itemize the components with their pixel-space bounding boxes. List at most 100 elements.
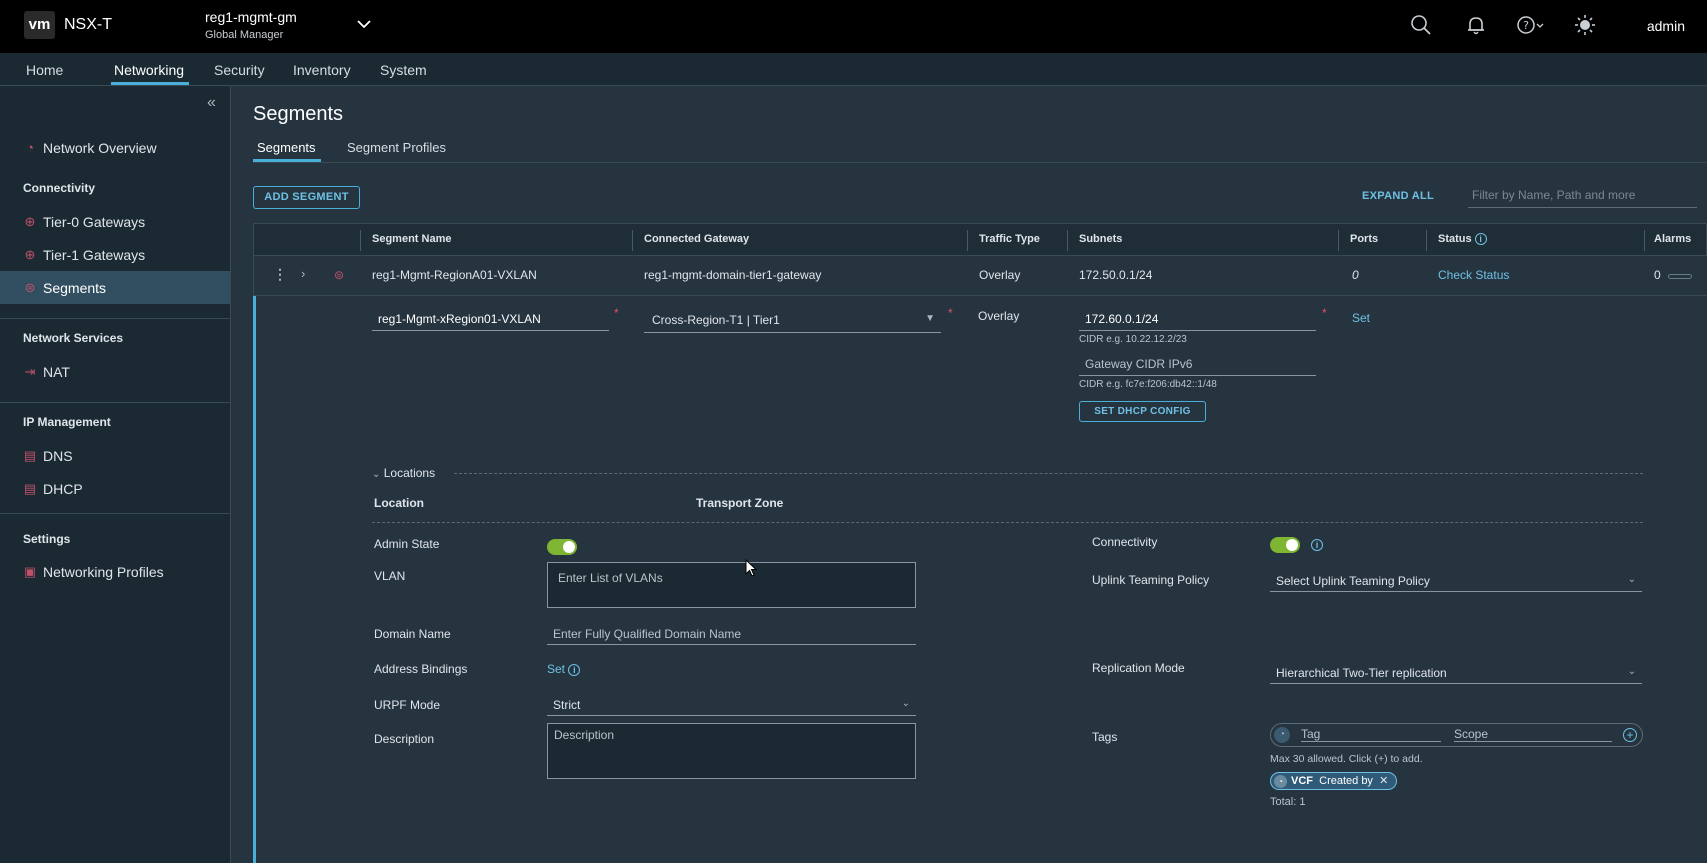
tag-entry: ◔ Tag Scope + — [1270, 723, 1643, 747]
sidebar-divider — [0, 318, 230, 319]
urpf-mode-select[interactable]: Strict ⌄ — [547, 695, 916, 716]
manager-subtitle: Global Manager — [205, 29, 284, 41]
replication-mode-select[interactable]: Hierarchical Two-Tier replication ⌄ — [1270, 663, 1642, 684]
sidebar-item-dns[interactable]: ▤ DNS — [0, 439, 230, 472]
profile-icon: ▣ — [23, 563, 37, 579]
sidebar-item-segments[interactable]: ⊜ Segments — [0, 271, 230, 304]
locations-divider — [454, 473, 1643, 474]
column-separator — [360, 230, 361, 251]
remove-tag-icon[interactable]: ✕ — [1379, 775, 1388, 787]
app-name: NSX-T — [64, 16, 112, 33]
table-row[interactable]: ⋮ › ⊜ reg1-Mgmt-RegionA01-VXLAN reg1-mgm… — [253, 256, 1707, 296]
bell-icon[interactable] — [1465, 14, 1487, 39]
required-marker: * — [948, 306, 953, 320]
help-icon[interactable]: ? — [1516, 14, 1546, 39]
chevron-down-icon[interactable] — [356, 16, 372, 35]
chevron-down-icon: ⌄ — [1627, 666, 1636, 677]
nav-security[interactable]: Security — [214, 62, 265, 78]
sidebar: « ◔ Network Overview Connectivity ⊕ Tier-0… — [0, 86, 231, 863]
traffic-type-value: Overlay — [978, 309, 1020, 323]
info-icon[interactable]: i — [1474, 233, 1487, 245]
col-segment-name[interactable]: Segment Name — [372, 233, 451, 245]
set-subnet-link[interactable]: Set — [1352, 311, 1370, 325]
add-tag-icon[interactable]: + — [1623, 728, 1637, 742]
uplink-teaming-label: Uplink Teaming Policy — [1092, 573, 1210, 587]
col-subnets[interactable]: Subnets — [1079, 233, 1122, 245]
globe-icon: ⊕ — [24, 213, 36, 229]
nav-inventory[interactable]: Inventory — [293, 62, 351, 78]
description-input[interactable]: Description — [547, 723, 916, 779]
ipv6-input[interactable]: Gateway CIDR IPv6 — [1079, 353, 1316, 376]
tag-icon: ◔ — [1274, 727, 1290, 743]
search-icon[interactable] — [1410, 14, 1432, 39]
connected-gateway-select[interactable]: Cross-Region-T1 | Tier1 ▼ — [644, 308, 941, 333]
column-separator — [967, 230, 968, 251]
subnet-input[interactable]: 172.60.0.1/24 — [1079, 308, 1316, 331]
tabs-divider — [253, 162, 1707, 163]
sidebar-header-network-services: Network Services — [23, 331, 124, 345]
nav-home[interactable]: Home — [26, 62, 63, 78]
sidebar-divider — [0, 513, 230, 514]
col-status[interactable]: Status i — [1438, 233, 1487, 245]
sidebar-header-ip-management: IP Management — [23, 415, 111, 429]
sidebar-item-network-overview[interactable]: ◔ Network Overview — [0, 131, 230, 164]
tag-chip: ◔ VCF Created by ✕ — [1270, 772, 1398, 790]
chevron-down-icon: ⌄ — [901, 698, 910, 709]
top-bar: vm NSX-T reg1-mgmt-gm Global Manager ? a… — [0, 0, 1707, 53]
col-alarms[interactable]: Alarms — [1654, 233, 1691, 245]
filter-input[interactable]: Filter by Name, Path and more — [1468, 188, 1697, 208]
sidebar-item-dhcp[interactable]: ▤ DHCP — [0, 472, 230, 505]
sun-icon[interactable] — [1574, 14, 1596, 39]
row-traffic-type: Overlay — [979, 268, 1021, 282]
urpf-mode-label: URPF Mode — [374, 698, 441, 712]
check-status-link[interactable]: Check Status — [1438, 268, 1509, 282]
main-nav: Home Networking Security Inventory Syste… — [0, 53, 1707, 86]
nav-system[interactable]: System — [380, 62, 427, 78]
set-dhcp-config-button[interactable]: SET DHCP CONFIG — [1079, 401, 1206, 422]
admin-state-toggle[interactable] — [547, 539, 577, 555]
segments-table: Segment Name Connected Gateway Traffic T… — [253, 223, 1707, 863]
user-menu[interactable]: admin — [1647, 18, 1685, 34]
tag-input[interactable]: Tag — [1301, 727, 1441, 742]
database-icon: ▤ — [23, 480, 37, 496]
col-traffic-type[interactable]: Traffic Type — [979, 233, 1040, 245]
address-bindings-set[interactable]: Set i — [547, 662, 581, 676]
segment-name-input[interactable]: reg1-Mgmt-xRegion01-VXLAN — [372, 308, 609, 331]
chevron-down-icon: ⌄ — [1627, 574, 1636, 585]
tab-segment-profiles[interactable]: Segment Profiles — [347, 140, 446, 155]
column-separator — [1644, 230, 1645, 251]
row-actions-icon[interactable]: ⋮ — [273, 266, 287, 283]
uplink-teaming-select[interactable]: Select Uplink Teaming Policy ⌄ — [1270, 571, 1642, 592]
locations-toggle[interactable]: ⌄ Locations — [372, 466, 435, 480]
row-alarms: 0 — [1654, 268, 1661, 282]
row-segment-name[interactable]: reg1-Mgmt-RegionA01-VXLAN — [372, 268, 537, 282]
sidebar-item-nat[interactable]: ⇥ NAT — [0, 355, 230, 388]
sidebar-item-tier0[interactable]: ⊕ Tier-0 Gateways — [0, 205, 230, 238]
column-separator — [1067, 230, 1068, 251]
location-column-header: Location — [374, 496, 424, 510]
domain-name-input[interactable]: Enter Fully Qualified Domain Name — [547, 624, 916, 645]
add-segment-button[interactable]: ADD SEGMENT — [253, 186, 360, 209]
tag-hint: Max 30 allowed. Click (+) to add. — [1270, 753, 1423, 765]
tab-segments[interactable]: Segments — [257, 140, 316, 155]
col-ports[interactable]: Ports — [1350, 233, 1378, 245]
expand-all-button[interactable]: EXPAND ALL — [1362, 190, 1434, 202]
required-marker: * — [1322, 306, 1327, 320]
info-icon[interactable]: i — [1311, 539, 1323, 551]
col-connected-gateway[interactable]: Connected Gateway — [644, 233, 749, 245]
connectivity-label: Connectivity — [1092, 535, 1158, 549]
manager-title[interactable]: reg1-mgmt-gm — [205, 9, 297, 25]
segment-icon: ⊜ — [334, 268, 345, 282]
connectivity-toggle[interactable] — [1270, 537, 1300, 553]
vlan-label: VLAN — [374, 569, 406, 583]
sidebar-item-tier1[interactable]: ⊕ Tier-1 Gateways — [0, 238, 230, 271]
nav-networking[interactable]: Networking — [114, 62, 184, 78]
collapse-sidebar-icon[interactable]: « — [207, 94, 216, 112]
sidebar-header-connectivity: Connectivity — [23, 181, 96, 195]
scope-input[interactable]: Scope — [1454, 727, 1612, 742]
chevron-right-icon[interactable]: › — [301, 266, 305, 281]
info-icon[interactable]: i — [568, 664, 581, 676]
vlan-input[interactable]: Enter List of VLANs — [547, 562, 916, 608]
row-subnet: 172.50.0.1/24 — [1079, 268, 1153, 282]
sidebar-item-networking-profiles[interactable]: ▣ Networking Profiles — [0, 555, 230, 588]
